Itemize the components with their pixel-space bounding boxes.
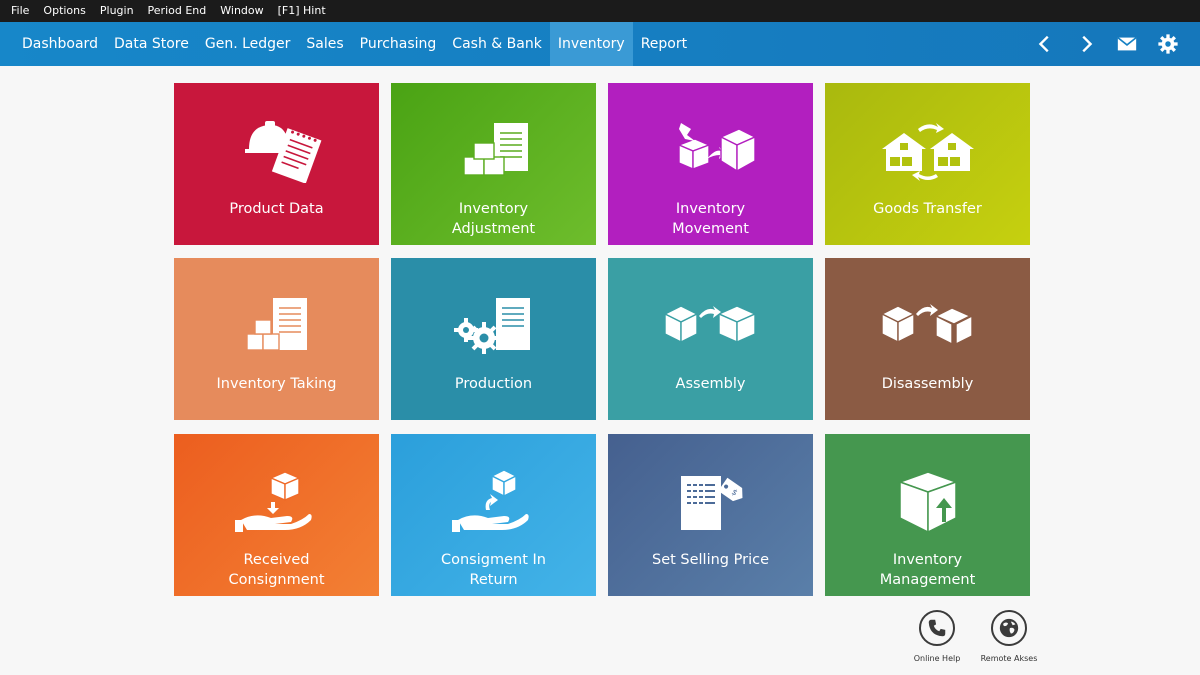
hardhat-notepad-icon bbox=[227, 119, 327, 183]
gears-notepad-icon bbox=[444, 294, 544, 358]
tile-label: Set Selling Price bbox=[651, 552, 769, 568]
menu-window[interactable]: Window bbox=[213, 0, 270, 22]
tile-label: Inventory Taking bbox=[216, 376, 337, 392]
tile-inventory-management[interactable]: Inventory Management bbox=[825, 434, 1030, 596]
tile-label: Assembly bbox=[675, 376, 746, 392]
menu-hint[interactable]: [F1] Hint bbox=[271, 0, 333, 22]
tile-consignment-in-return[interactable]: Consigment In Return bbox=[391, 434, 596, 596]
tile-label: Production bbox=[454, 376, 533, 392]
gear-icon[interactable] bbox=[1154, 30, 1182, 58]
menu-file[interactable]: File bbox=[4, 0, 36, 22]
tile-label: Received Consignment bbox=[228, 552, 325, 588]
tab-data-store[interactable]: Data Store bbox=[106, 22, 197, 66]
tile-goods-transfer[interactable]: Goods Transfer bbox=[825, 83, 1030, 245]
tile-disassembly[interactable]: Disassembly bbox=[825, 258, 1030, 420]
phone-icon bbox=[919, 610, 955, 646]
tile-inventory-taking[interactable]: Inventory Taking bbox=[174, 258, 379, 420]
tile-label: Product Data bbox=[229, 201, 324, 217]
hand-receive-box-icon bbox=[227, 470, 327, 534]
tile-inventory-adjustment[interactable]: Inventory Adjustment bbox=[391, 83, 596, 245]
remote-akses-button[interactable]: Remote Akses bbox=[979, 610, 1039, 663]
warehouse-exchange-icon bbox=[878, 119, 978, 183]
box-upload-icon bbox=[878, 470, 978, 534]
tile-label: Goods Transfer bbox=[873, 201, 982, 217]
mail-icon[interactable] bbox=[1113, 30, 1141, 58]
tab-sales[interactable]: Sales bbox=[298, 22, 351, 66]
tile-label: Consigment In Return bbox=[441, 552, 546, 588]
boxes-notepad-icon bbox=[227, 294, 327, 358]
tile-label: Disassembly bbox=[881, 376, 974, 392]
tab-report[interactable]: Report bbox=[633, 22, 695, 66]
tile-set-selling-price[interactable]: $ Set Selling Price bbox=[608, 434, 813, 596]
remote-akses-label: Remote Akses bbox=[980, 654, 1038, 663]
price-tag-icon: $ bbox=[661, 470, 761, 534]
tile-received-consignment[interactable]: Received Consignment bbox=[174, 434, 379, 596]
menu-bar: File Options Plugin Period End Window [F… bbox=[0, 0, 1200, 22]
tab-gen-ledger[interactable]: Gen. Ledger bbox=[197, 22, 299, 66]
cubes-assemble-icon bbox=[661, 294, 761, 358]
inventory-tile-grid: Product Data Inventory Adjustment Invent… bbox=[174, 83, 1030, 597]
chevron-right-icon[interactable] bbox=[1072, 30, 1100, 58]
tile-inventory-movement[interactable]: Inventory Movement bbox=[608, 83, 813, 245]
nav-tabs: Dashboard Data Store Gen. Ledger Sales P… bbox=[14, 22, 695, 66]
tab-purchasing[interactable]: Purchasing bbox=[352, 22, 445, 66]
tile-label: Inventory Adjustment bbox=[451, 201, 536, 237]
online-help-label: Online Help bbox=[913, 654, 961, 663]
menu-options[interactable]: Options bbox=[36, 0, 92, 22]
tile-product-data[interactable]: Product Data bbox=[174, 83, 379, 245]
box-arrow-box-icon bbox=[661, 119, 761, 183]
tile-label: Inventory Management bbox=[879, 552, 976, 588]
nav-bar: Dashboard Data Store Gen. Ledger Sales P… bbox=[0, 22, 1200, 66]
online-help-button[interactable]: Online Help bbox=[907, 610, 967, 663]
tile-assembly[interactable]: Assembly bbox=[608, 258, 813, 420]
globe-icon bbox=[991, 610, 1027, 646]
boxes-checklist-icon bbox=[444, 119, 544, 183]
tab-cash-bank[interactable]: Cash & Bank bbox=[444, 22, 550, 66]
chevron-left-icon[interactable] bbox=[1031, 30, 1059, 58]
hand-return-box-icon bbox=[444, 470, 544, 534]
tab-inventory[interactable]: Inventory bbox=[549, 22, 633, 66]
nav-icons bbox=[1018, 22, 1182, 66]
menu-plugin[interactable]: Plugin bbox=[93, 0, 141, 22]
menu-period-end[interactable]: Period End bbox=[141, 0, 214, 22]
tab-dashboard[interactable]: Dashboard bbox=[14, 22, 106, 66]
tile-label: Inventory Movement bbox=[672, 201, 749, 237]
cubes-disassemble-icon bbox=[878, 294, 978, 358]
tile-production[interactable]: Production bbox=[391, 258, 596, 420]
